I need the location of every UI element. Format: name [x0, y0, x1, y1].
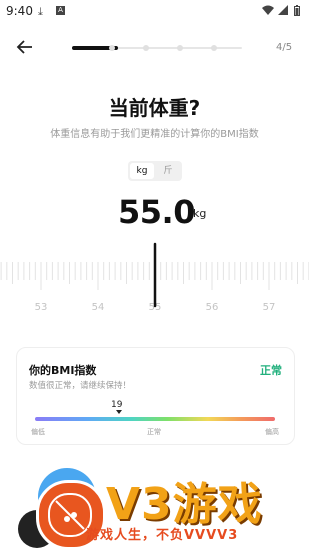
bmi-card: 你的BMI指数 正常 数值很正常，请继续保持！ 19 偏低 正常 偏高 [16, 347, 295, 445]
unit-option-jin[interactable]: 斤 [156, 163, 180, 179]
bmi-status-badge: 正常 [260, 364, 282, 377]
back-button[interactable] [16, 38, 38, 60]
progress-dot [143, 45, 149, 51]
ruler-label: 57 [263, 302, 276, 313]
weight-unit: kg [193, 207, 207, 220]
a-icon: A [56, 6, 65, 15]
bmi-label-normal: 正常 [147, 428, 161, 436]
arrow-left-icon [16, 40, 32, 54]
status-bar: 9:40 ⤓ A [0, 0, 309, 22]
bmi-value: 19 [111, 400, 123, 410]
ruler-label: 56 [206, 302, 219, 313]
watermark-slogan: 游戏人生，不负VVVV3 [86, 528, 239, 543]
unit-toggle: kg 斤 [128, 161, 182, 181]
page-subtitle: 体重信息有助于我们更精准的计算你的BMI指数 [50, 129, 259, 140]
ruler-label: 53 [35, 302, 48, 313]
status-time: 9:40 [6, 4, 33, 18]
bmi-label-high: 偏高 [265, 428, 279, 436]
progress-dot [177, 45, 183, 51]
battery-icon [294, 5, 300, 19]
watermark-brand: V3游戏 [106, 479, 263, 530]
step-counter: 4/5 [276, 42, 293, 53]
signal-icon [278, 5, 288, 18]
wifi-icon [262, 5, 274, 18]
download-icon: ⤓ [38, 5, 43, 18]
ruler-label: 54 [92, 302, 105, 313]
weight-value: 55.0 [118, 193, 195, 231]
bmi-gradient-bar [35, 417, 275, 421]
progress-dot [211, 45, 217, 51]
bmi-pointer-icon [116, 410, 122, 414]
weight-ruler[interactable]: 53 54 55 56 57 [0, 240, 310, 316]
bmi-label-low: 偏低 [31, 428, 45, 436]
bmi-description: 数值很正常，请继续保持！ [29, 381, 132, 391]
progress-indicator [72, 45, 242, 51]
bmi-title: 你的BMI指数 [29, 364, 97, 377]
unit-option-kg[interactable]: kg [130, 163, 154, 179]
page-title: 当前体重? [108, 96, 201, 120]
progress-dot [109, 45, 115, 51]
ruler-scale[interactable]: 53 54 55 56 57 [0, 240, 310, 316]
